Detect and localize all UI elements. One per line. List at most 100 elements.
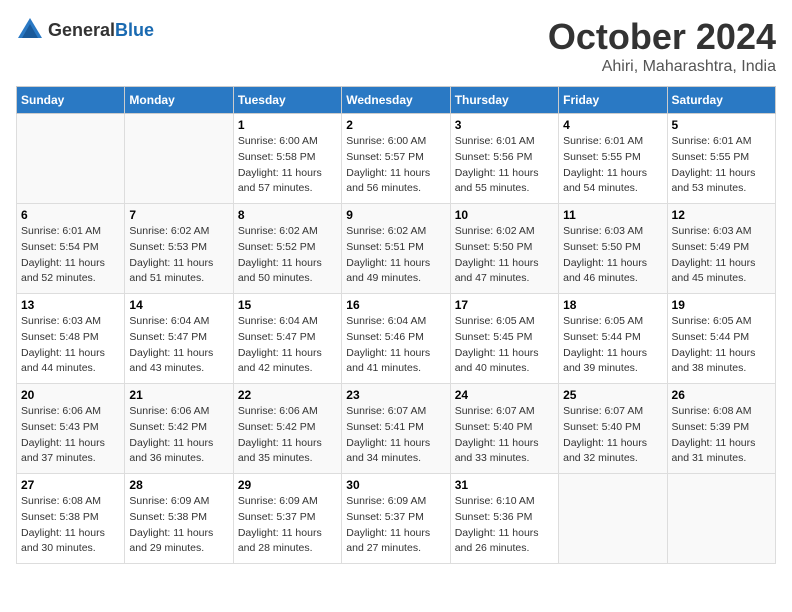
day-info: Sunrise: 6:05 AM Sunset: 5:45 PM Dayligh… — [455, 314, 554, 377]
day-number: 20 — [21, 388, 120, 402]
calendar-cell — [125, 114, 233, 204]
calendar-week-row: 1 Sunrise: 6:00 AM Sunset: 5:58 PM Daylig… — [17, 114, 776, 204]
calendar-cell: 10 Sunrise: 6:02 AM Sunset: 5:50 PM Dayli… — [450, 204, 558, 294]
day-info: Sunrise: 6:07 AM Sunset: 5:41 PM Dayligh… — [346, 404, 445, 467]
day-number: 25 — [563, 388, 662, 402]
day-info: Sunrise: 6:04 AM Sunset: 5:47 PM Dayligh… — [238, 314, 337, 377]
day-number: 31 — [455, 478, 554, 492]
page-header: GeneralBlue October 2024 Ahiri, Maharash… — [16, 16, 776, 76]
day-number: 26 — [672, 388, 771, 402]
day-info: Sunrise: 6:09 AM Sunset: 5:37 PM Dayligh… — [238, 494, 337, 557]
calendar-cell: 15 Sunrise: 6:04 AM Sunset: 5:47 PM Dayli… — [233, 294, 341, 384]
weekday-header-cell: Thursday — [450, 87, 558, 114]
calendar-cell: 3 Sunrise: 6:01 AM Sunset: 5:56 PM Daylig… — [450, 114, 558, 204]
day-number: 28 — [129, 478, 228, 492]
calendar-cell: 14 Sunrise: 6:04 AM Sunset: 5:47 PM Dayli… — [125, 294, 233, 384]
calendar-cell: 2 Sunrise: 6:00 AM Sunset: 5:57 PM Daylig… — [342, 114, 450, 204]
calendar-cell: 27Sunrise: 6:08 AM Sunset: 5:38 PM Dayli… — [17, 474, 125, 564]
calendar-cell — [17, 114, 125, 204]
day-number: 15 — [238, 298, 337, 312]
day-number: 8 — [238, 208, 337, 222]
month-title: October 2024 — [548, 16, 776, 58]
day-number: 4 — [563, 118, 662, 132]
day-info: Sunrise: 6:05 AM Sunset: 5:44 PM Dayligh… — [672, 314, 771, 377]
calendar-cell: 23 Sunrise: 6:07 AM Sunset: 5:41 PM Dayli… — [342, 384, 450, 474]
day-info: Sunrise: 6:08 AM Sunset: 5:38 PM Dayligh… — [21, 494, 120, 557]
day-info: Sunrise: 6:03 AM Sunset: 5:48 PM Dayligh… — [21, 314, 120, 377]
day-info: Sunrise: 6:10 AM Sunset: 5:36 PM Dayligh… — [455, 494, 554, 557]
calendar-cell: 12Sunrise: 6:03 AM Sunset: 5:49 PM Dayli… — [667, 204, 775, 294]
day-number: 17 — [455, 298, 554, 312]
calendar-cell: 28 Sunrise: 6:09 AM Sunset: 5:38 PM Dayli… — [125, 474, 233, 564]
calendar-cell: 21 Sunrise: 6:06 AM Sunset: 5:42 PM Dayli… — [125, 384, 233, 474]
calendar-cell: 9 Sunrise: 6:02 AM Sunset: 5:51 PM Daylig… — [342, 204, 450, 294]
calendar-cell: 7Sunrise: 6:02 AM Sunset: 5:53 PM Daylig… — [125, 204, 233, 294]
day-number: 5 — [672, 118, 771, 132]
calendar-week-row: 6 Sunrise: 6:01 AM Sunset: 5:54 PM Daylig… — [17, 204, 776, 294]
calendar-cell: 11Sunrise: 6:03 AM Sunset: 5:50 PM Dayli… — [559, 204, 667, 294]
weekday-header-row: SundayMondayTuesdayWednesdayThursdayFrid… — [17, 87, 776, 114]
day-number: 30 — [346, 478, 445, 492]
day-info: Sunrise: 6:04 AM Sunset: 5:47 PM Dayligh… — [129, 314, 228, 377]
day-info: Sunrise: 6:02 AM Sunset: 5:51 PM Dayligh… — [346, 224, 445, 287]
day-number: 29 — [238, 478, 337, 492]
day-info: Sunrise: 6:08 AM Sunset: 5:39 PM Dayligh… — [672, 404, 771, 467]
title-area: October 2024 Ahiri, Maharashtra, India — [548, 16, 776, 76]
calendar-table: SundayMondayTuesdayWednesdayThursdayFrid… — [16, 86, 776, 564]
day-number: 3 — [455, 118, 554, 132]
day-number: 19 — [672, 298, 771, 312]
day-number: 21 — [129, 388, 228, 402]
day-number: 2 — [346, 118, 445, 132]
day-number: 24 — [455, 388, 554, 402]
day-info: Sunrise: 6:02 AM Sunset: 5:53 PM Dayligh… — [129, 224, 228, 287]
calendar-cell: 20 Sunrise: 6:06 AM Sunset: 5:43 PM Dayli… — [17, 384, 125, 474]
day-info: Sunrise: 6:01 AM Sunset: 5:55 PM Dayligh… — [672, 134, 771, 197]
day-number: 22 — [238, 388, 337, 402]
day-info: Sunrise: 6:06 AM Sunset: 5:42 PM Dayligh… — [129, 404, 228, 467]
logo-general-text: General — [48, 20, 115, 40]
calendar-cell: 6 Sunrise: 6:01 AM Sunset: 5:54 PM Daylig… — [17, 204, 125, 294]
calendar-cell — [667, 474, 775, 564]
day-number: 9 — [346, 208, 445, 222]
calendar-cell: 29 Sunrise: 6:09 AM Sunset: 5:37 PM Dayli… — [233, 474, 341, 564]
day-number: 23 — [346, 388, 445, 402]
day-info: Sunrise: 6:05 AM Sunset: 5:44 PM Dayligh… — [563, 314, 662, 377]
weekday-header-cell: Wednesday — [342, 87, 450, 114]
calendar-cell: 24 Sunrise: 6:07 AM Sunset: 5:40 PM Dayli… — [450, 384, 558, 474]
day-info: Sunrise: 6:00 AM Sunset: 5:57 PM Dayligh… — [346, 134, 445, 197]
day-info: Sunrise: 6:06 AM Sunset: 5:43 PM Dayligh… — [21, 404, 120, 467]
calendar-cell: 1 Sunrise: 6:00 AM Sunset: 5:58 PM Daylig… — [233, 114, 341, 204]
calendar-cell: 26 Sunrise: 6:08 AM Sunset: 5:39 PM Dayli… — [667, 384, 775, 474]
calendar-cell — [559, 474, 667, 564]
logo-blue-text: Blue — [115, 20, 154, 40]
logo: GeneralBlue — [16, 16, 154, 44]
day-info: Sunrise: 6:00 AM Sunset: 5:58 PM Dayligh… — [238, 134, 337, 197]
calendar-cell: 18Sunrise: 6:05 AM Sunset: 5:44 PM Dayli… — [559, 294, 667, 384]
day-info: Sunrise: 6:02 AM Sunset: 5:52 PM Dayligh… — [238, 224, 337, 287]
day-info: Sunrise: 6:02 AM Sunset: 5:50 PM Dayligh… — [455, 224, 554, 287]
day-info: Sunrise: 6:01 AM Sunset: 5:55 PM Dayligh… — [563, 134, 662, 197]
day-info: Sunrise: 6:01 AM Sunset: 5:54 PM Dayligh… — [21, 224, 120, 287]
day-number: 1 — [238, 118, 337, 132]
location-title: Ahiri, Maharashtra, India — [548, 58, 776, 76]
calendar-cell: 30 Sunrise: 6:09 AM Sunset: 5:37 PM Dayli… — [342, 474, 450, 564]
day-info: Sunrise: 6:09 AM Sunset: 5:37 PM Dayligh… — [346, 494, 445, 557]
logo-icon — [16, 16, 44, 44]
calendar-cell: 19 Sunrise: 6:05 AM Sunset: 5:44 PM Dayli… — [667, 294, 775, 384]
calendar-cell: 25 Sunrise: 6:07 AM Sunset: 5:40 PM Dayli… — [559, 384, 667, 474]
calendar-week-row: 13Sunrise: 6:03 AM Sunset: 5:48 PM Dayli… — [17, 294, 776, 384]
day-number: 11 — [563, 208, 662, 222]
calendar-cell: 16Sunrise: 6:04 AM Sunset: 5:46 PM Dayli… — [342, 294, 450, 384]
day-info: Sunrise: 6:01 AM Sunset: 5:56 PM Dayligh… — [455, 134, 554, 197]
day-info: Sunrise: 6:07 AM Sunset: 5:40 PM Dayligh… — [563, 404, 662, 467]
day-info: Sunrise: 6:09 AM Sunset: 5:38 PM Dayligh… — [129, 494, 228, 557]
weekday-header-cell: Sunday — [17, 87, 125, 114]
day-number: 12 — [672, 208, 771, 222]
weekday-header-cell: Monday — [125, 87, 233, 114]
day-number: 6 — [21, 208, 120, 222]
calendar-cell: 17 Sunrise: 6:05 AM Sunset: 5:45 PM Dayli… — [450, 294, 558, 384]
day-info: Sunrise: 6:07 AM Sunset: 5:40 PM Dayligh… — [455, 404, 554, 467]
day-number: 10 — [455, 208, 554, 222]
day-number: 14 — [129, 298, 228, 312]
day-info: Sunrise: 6:06 AM Sunset: 5:42 PM Dayligh… — [238, 404, 337, 467]
